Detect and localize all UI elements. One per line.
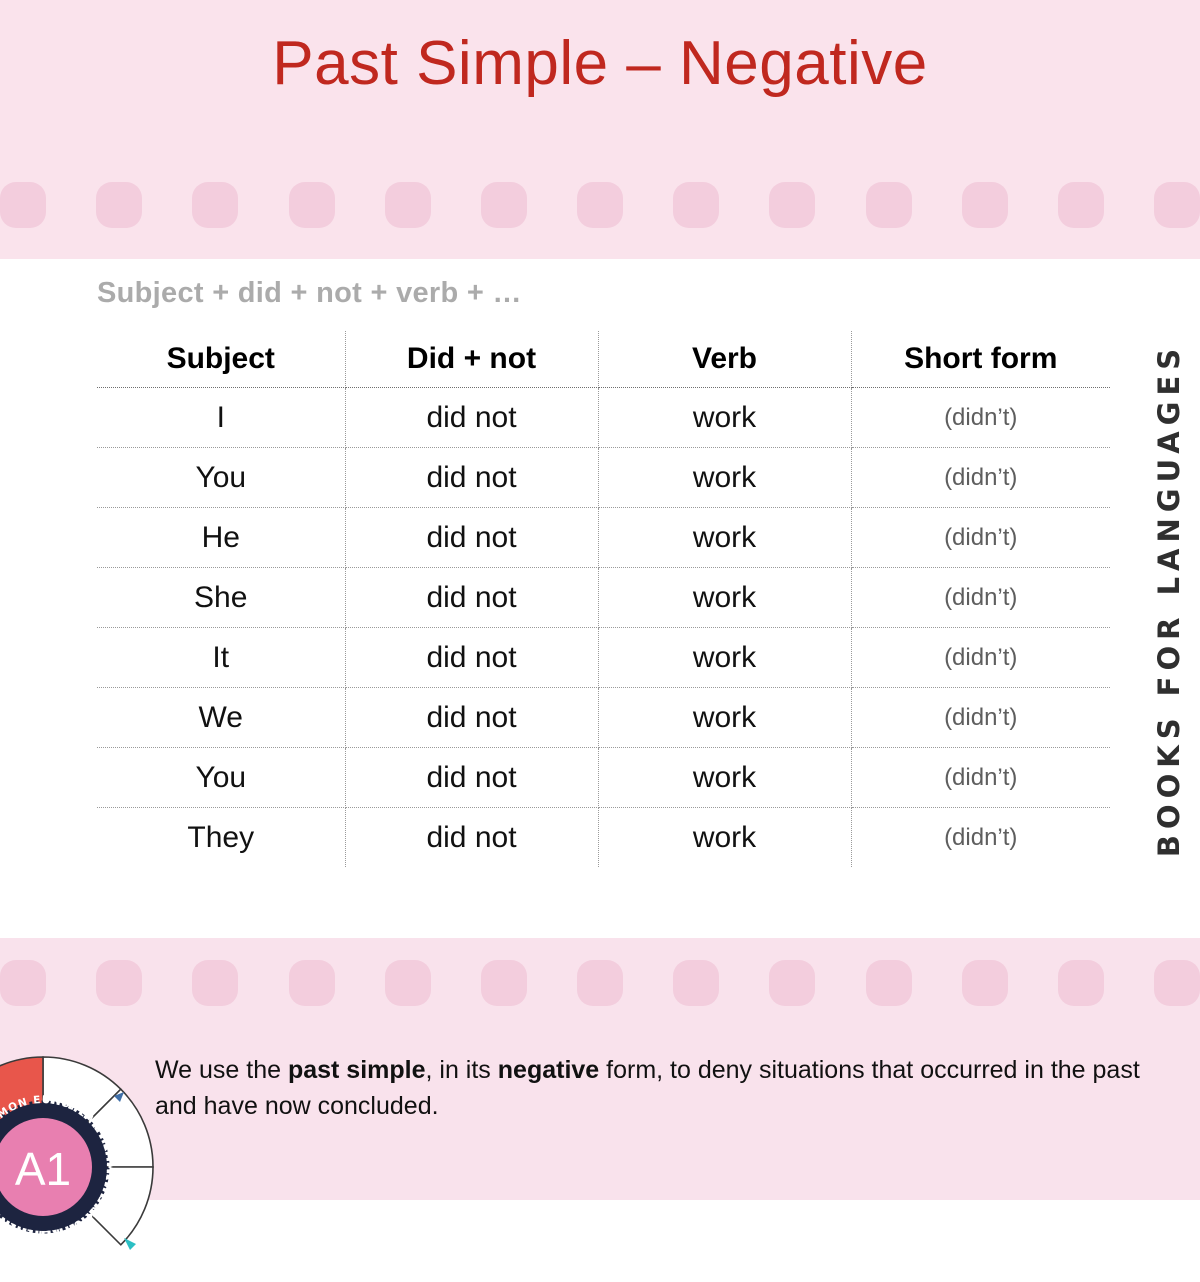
cell-short-form: (didn’t) — [851, 447, 1110, 508]
cell-verb: work — [598, 747, 852, 808]
cefr-level-badge: COMMON EUROPEAN FRAMEWORK OF REFERENCE A… — [0, 1052, 158, 1282]
decorative-dot — [1057, 960, 1104, 1006]
table-row: You did not work (didn’t) — [97, 447, 1110, 508]
decorative-dot — [1057, 182, 1104, 228]
decorative-dot — [192, 960, 239, 1006]
table-row: I did not work (didn’t) — [97, 387, 1110, 448]
cefr-level-text: A1 — [15, 1143, 71, 1195]
cell-subject: He — [97, 507, 346, 568]
decorative-dot — [384, 960, 431, 1006]
main-content-area: Subject + did + not + verb + … Subject D… — [0, 259, 1200, 938]
decorative-dot — [769, 182, 816, 228]
cell-did-not: did not — [345, 687, 599, 748]
decorative-dot — [961, 182, 1008, 228]
decorative-dot — [577, 182, 624, 228]
decorative-dot-row-top — [0, 180, 1200, 230]
cell-verb: work — [598, 687, 852, 748]
page-title: Past Simple – Negative — [272, 29, 928, 98]
column-header-did-not: Did + not — [345, 331, 599, 388]
cell-subject: She — [97, 567, 346, 628]
decorative-dot — [865, 182, 912, 228]
cell-verb: work — [598, 387, 852, 448]
decorative-dot — [192, 182, 239, 228]
cell-subject: It — [97, 627, 346, 688]
decorative-dot — [0, 960, 46, 1006]
decorative-dot — [769, 960, 816, 1006]
decorative-dot — [480, 960, 527, 1006]
decorative-dot-row-bottom — [0, 958, 1200, 1008]
cell-short-form: (didn’t) — [851, 387, 1110, 448]
cell-subject: We — [97, 687, 346, 748]
table-header-row: Subject Did + not Verb Short form — [97, 331, 1110, 388]
decorative-dot — [384, 182, 431, 228]
decorative-dot — [961, 960, 1008, 1006]
table-row: He did not work (didn’t) — [97, 507, 1110, 568]
brand-vertical-text: BOOKS FOR LANGUAGES — [1152, 342, 1187, 858]
decorative-dot — [1154, 960, 1200, 1006]
decorative-dot — [1154, 182, 1200, 228]
cell-did-not: did not — [345, 447, 599, 508]
note-part-2: , in its — [425, 1056, 498, 1084]
table-row: She did not work (didn’t) — [97, 567, 1110, 628]
note-bold-negative: negative — [497, 1056, 600, 1084]
cell-short-form: (didn’t) — [851, 507, 1110, 568]
decorative-dot — [673, 960, 720, 1006]
table-row: We did not work (didn’t) — [97, 687, 1110, 748]
cell-short-form: (didn’t) — [851, 567, 1110, 628]
decorative-dot — [673, 182, 720, 228]
column-header-verb: Verb — [598, 331, 852, 388]
cell-did-not: did not — [345, 807, 599, 867]
cell-did-not: did not — [345, 747, 599, 808]
decorative-dot — [577, 960, 624, 1006]
note-bold-past-simple: past simple — [287, 1056, 426, 1084]
cell-short-form: (didn’t) — [944, 823, 1018, 851]
cell-subject: You — [97, 747, 346, 808]
formula-pattern: Subject + did + not + verb + … — [97, 277, 522, 309]
decorative-dot — [288, 182, 335, 228]
cell-short-form: (didn’t) — [851, 747, 1110, 808]
table-row: You did not work (didn’t) — [97, 747, 1110, 808]
cell-did-not: did not — [345, 507, 599, 568]
cell-subject: They — [97, 807, 346, 867]
decorative-dot — [288, 960, 335, 1006]
note-part-1: We use the — [155, 1056, 288, 1084]
explanatory-note: We use the past simple, in its negative … — [155, 1053, 1140, 1124]
cell-did-not: did not — [345, 387, 599, 448]
decorative-dot — [865, 960, 912, 1006]
cell-subject: You — [97, 447, 346, 508]
cell-verb: work — [598, 567, 852, 628]
cell-did-not: did not — [345, 567, 599, 628]
table-row: It did not work (didn’t) — [97, 627, 1110, 688]
decorative-dot — [480, 182, 527, 228]
cell-verb: work — [598, 807, 852, 867]
decorative-dot — [96, 960, 143, 1006]
decorative-dot — [0, 182, 46, 228]
cell-verb: work — [598, 447, 852, 508]
cell-did-not: did not — [345, 627, 599, 688]
cell-verb: work — [598, 507, 852, 568]
cell-short-form: (didn’t) — [851, 627, 1110, 688]
cell-short-form: (didn’t) — [851, 687, 1110, 748]
brand-vertical-label: BOOKS FOR LANGUAGES — [1146, 300, 1192, 900]
cell-verb: work — [598, 627, 852, 688]
table-row: They did not work (didn’t) — [97, 807, 1110, 867]
cefr-marker-icon — [124, 1238, 136, 1250]
decorative-dot — [96, 182, 143, 228]
cell-subject: I — [97, 387, 346, 448]
conjugation-table: Subject Did + not Verb Short form I did … — [97, 331, 1110, 867]
column-header-subject: Subject — [97, 331, 346, 388]
column-header-short-form: Short form — [851, 331, 1110, 388]
